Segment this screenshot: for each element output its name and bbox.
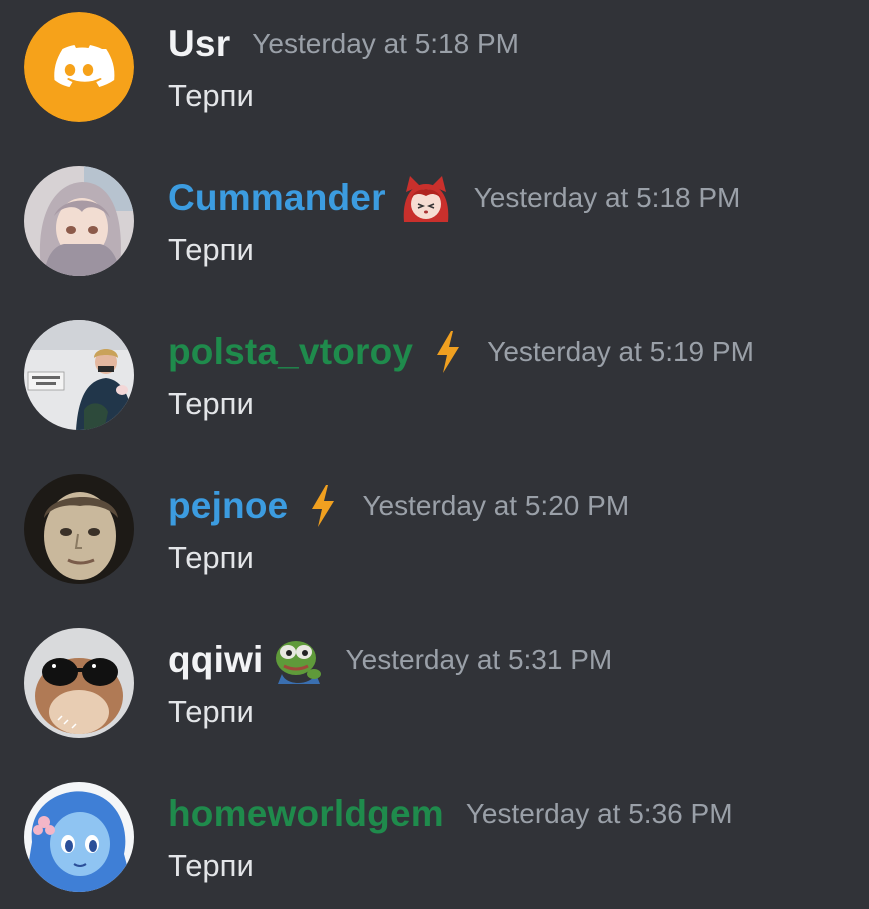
hamster-sunglasses-avatar-icon <box>24 628 134 738</box>
message-header: qqiwi Yesterday at 5:31 PM <box>168 630 612 690</box>
username[interactable]: qqiwi <box>168 639 264 681</box>
face-photo-avatar-icon <box>24 474 134 584</box>
timestamp: Yesterday at 5:20 PM <box>362 490 630 521</box>
avatar[interactable] <box>24 782 134 892</box>
message-item: pejnoe Yesterday at 5:20 PM Терпи <box>0 462 869 616</box>
message-item: Usr Yesterday at 5:18 PM Терпи <box>0 0 869 154</box>
photo-avatar-icon <box>24 320 134 430</box>
avatar[interactable] <box>24 628 134 738</box>
message-text: Терпи <box>168 540 254 575</box>
avatar[interactable] <box>24 12 134 122</box>
message-header: Cummander Yesterday at 5:18 PM <box>168 168 740 228</box>
message-item: polsta_vtoroy Yesterday at 5:19 PM Терпи <box>0 308 869 462</box>
timestamp: Yesterday at 5:19 PM <box>487 336 754 367</box>
message-text: Терпи <box>168 694 254 729</box>
message-item: qqiwi Yesterday at 5:31 PM Терпи <box>0 616 869 770</box>
discord-logo-icon <box>24 12 134 122</box>
message-text: Терпи <box>168 78 254 113</box>
message-item: Cummander Yesterday at 5:18 PM Терпи <box>0 154 869 308</box>
blue-gem-character-avatar-icon <box>24 782 134 892</box>
avatar[interactable] <box>24 474 134 584</box>
username[interactable]: Cummander <box>168 177 386 219</box>
anime-girl-emoji-icon <box>400 172 452 224</box>
avatar[interactable] <box>24 166 134 276</box>
lightning-bolt-icon <box>431 329 465 375</box>
avatar[interactable] <box>24 320 134 430</box>
message-item: homeworldgem Yesterday at 5:36 PM Терпи <box>0 770 869 909</box>
message-header: polsta_vtoroy Yesterday at 5:19 PM <box>168 322 754 382</box>
timestamp: Yesterday at 5:36 PM <box>465 798 733 829</box>
pepe-frog-emoji-icon <box>272 634 324 686</box>
message-header: pejnoe Yesterday at 5:20 PM <box>168 476 629 536</box>
message-header: homeworldgem Yesterday at 5:36 PM <box>168 784 733 844</box>
username[interactable]: polsta_vtoroy <box>168 331 413 373</box>
timestamp: Yesterday at 5:18 PM <box>252 28 519 59</box>
message-header: Usr Yesterday at 5:18 PM <box>168 14 519 74</box>
message-text: Терпи <box>168 386 254 421</box>
username[interactable]: homeworldgem <box>168 793 444 835</box>
username[interactable]: Usr <box>168 23 230 65</box>
message-text: Терпи <box>168 232 254 267</box>
message-text: Терпи <box>168 848 254 883</box>
timestamp: Yesterday at 5:31 PM <box>345 644 613 675</box>
message-list: Usr Yesterday at 5:18 PM Терпи Cummander <box>0 0 869 909</box>
username[interactable]: pejnoe <box>168 485 288 527</box>
lightning-bolt-icon <box>306 483 340 529</box>
timestamp: Yesterday at 5:18 PM <box>473 182 741 213</box>
anime-girl-avatar-icon <box>24 166 134 276</box>
